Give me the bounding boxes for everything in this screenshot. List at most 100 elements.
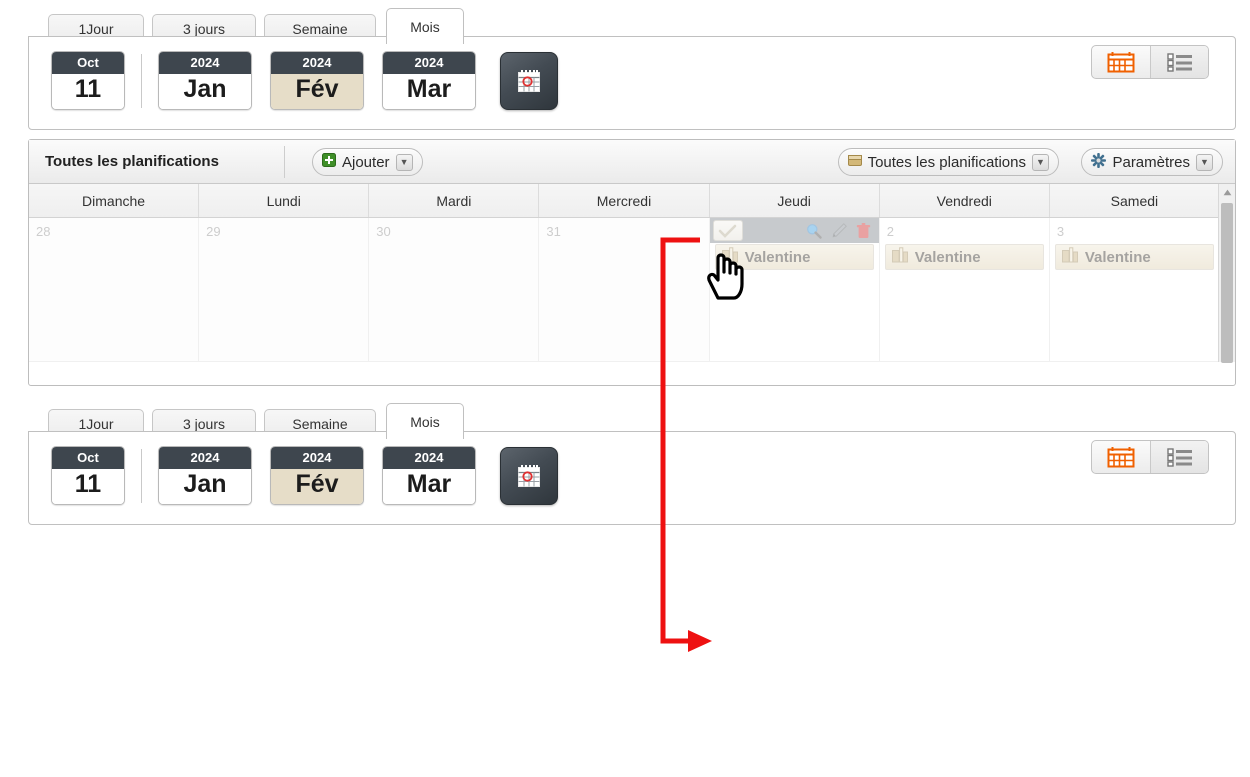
day-number: 30 — [376, 224, 391, 239]
chevron-down-icon[interactable]: ▼ — [1196, 153, 1213, 171]
tab-mois[interactable]: Mois — [386, 403, 464, 439]
month-year: 2024 — [159, 52, 251, 74]
month-badge-fev[interactable]: 2024 Fév — [270, 446, 364, 505]
tab-label: Semaine — [292, 415, 348, 432]
grid-toolbar-before: Toutes les planifications Ajouter ▼ Tout… — [29, 140, 1235, 184]
month-badge-mar[interactable]: 2024 Mar — [382, 51, 476, 110]
today-month: Oct — [52, 52, 124, 74]
magnifier-icon[interactable] — [806, 223, 822, 239]
event-label: Valentine — [744, 248, 811, 266]
caret-glyph: ▼ — [1200, 156, 1209, 167]
month-badge-jan[interactable]: 2024 Jan — [158, 51, 252, 110]
date-badges-after: Oct 11 2024 Jan 2024 Fév 2024 Mar — [51, 446, 558, 505]
event-chip[interactable]: Valentine — [714, 244, 874, 270]
day-header-samedi: Samedi — [1110, 192, 1159, 209]
day-number: 28 — [36, 224, 51, 239]
day-header-dimanche: Dimanche — [29, 184, 200, 217]
day-cell-29[interactable]: 29 — [199, 218, 370, 362]
today-badge[interactable]: Oct 11 — [51, 51, 125, 110]
calendar-table-before: Dimanche Lundi Mardi Mercredi Jeudi Vend… — [29, 184, 1219, 362]
day-cell-28[interactable]: 28 — [29, 218, 200, 362]
divider — [141, 448, 142, 503]
list-view-icon[interactable] — [1150, 46, 1208, 78]
building-chart-icon — [1061, 247, 1078, 267]
plans-filter-button[interactable]: Toutes les planifications ▼ — [837, 148, 1059, 176]
building-chart-icon — [891, 247, 908, 267]
tab-label: 1Jour — [78, 20, 114, 37]
add-label: Ajouter — [342, 153, 390, 171]
day-cell-3[interactable]: 3 Valentine — [1049, 218, 1219, 362]
calendar-scroll-area-before: Dimanche Lundi Mardi Mercredi Jeudi Vend… — [29, 184, 1235, 363]
folder-icon — [847, 154, 862, 171]
calendar-grid-icon[interactable] — [1092, 46, 1150, 78]
vertical-scrollbar[interactable] — [1218, 184, 1235, 363]
plus-square-icon — [322, 153, 336, 171]
pencil-icon[interactable] — [831, 222, 847, 239]
chevron-down-icon[interactable]: ▼ — [395, 153, 413, 171]
plans-filter-label: Toutes les planifications — [867, 153, 1026, 171]
select-all-checkbox[interactable] — [712, 220, 743, 241]
day-header-mercredi: Mercredi — [539, 184, 710, 217]
day-number: 2 — [886, 224, 894, 239]
view-toggle-group-after — [1091, 440, 1209, 474]
today-badge[interactable]: Oct 11 — [51, 446, 125, 505]
screenshot-root: 1Jour 3 jours Semaine Mois Oct 11 2024 J… — [0, 0, 1250, 777]
day-header-lundi: Lundi — [199, 184, 370, 217]
month-badge-jan[interactable]: 2024 Jan — [158, 446, 252, 505]
day-number: 29 — [206, 224, 221, 239]
trash-icon[interactable] — [856, 222, 871, 239]
settings-label: Paramètres — [1112, 153, 1190, 171]
today-month: Oct — [52, 447, 124, 469]
event-label: Valentine — [1084, 248, 1151, 266]
month-name: Jan — [159, 74, 251, 109]
calendar-grid-icon[interactable] — [1092, 441, 1150, 473]
day-number: 3 — [1056, 224, 1065, 239]
day-cell-2[interactable]: 2 Valentine — [879, 218, 1050, 362]
month-badge-fev[interactable]: 2024 Fév — [270, 51, 364, 110]
tab-label: Mois — [410, 413, 440, 430]
calendar-picker-icon[interactable] — [500, 446, 558, 505]
month-badge-mar[interactable]: 2024 Mar — [382, 446, 476, 505]
chevron-down-icon[interactable]: ▼ — [1032, 153, 1049, 171]
event-chip[interactable]: Valentine — [1054, 244, 1214, 270]
planning-grid-before: Toutes les planifications Ajouter ▼ Tout… — [28, 139, 1236, 386]
tab-label: Mois — [410, 18, 440, 35]
month-year: 2024 — [271, 447, 363, 469]
grid-title: Toutes les planifications — [45, 153, 219, 170]
month-year: 2024 — [383, 52, 475, 74]
date-nav-bar-before: Oct 11 2024 Jan 2024 Fév 2024 Mar — [28, 36, 1236, 130]
month-name: Mar — [383, 469, 475, 504]
gear-icon — [1091, 152, 1107, 172]
calendar-picker-icon[interactable] — [500, 51, 558, 110]
scrollbar-thumb[interactable] — [1221, 203, 1233, 363]
divider — [284, 146, 285, 178]
cell-hover-toolbar — [709, 218, 879, 243]
settings-button[interactable]: Paramètres ▼ — [1081, 148, 1223, 176]
month-name: Fév — [271, 469, 363, 504]
tab-mois[interactable]: Mois — [386, 8, 464, 44]
day-cell-31[interactable]: 31 — [539, 218, 710, 362]
month-name: Fév — [271, 74, 363, 109]
scroll-up-arrow-icon[interactable] — [1219, 184, 1235, 201]
date-nav-bar-after: Oct 11 2024 Jan 2024 Fév 2024 Mar — [28, 431, 1236, 525]
add-button[interactable]: Ajouter ▼ — [312, 148, 423, 176]
day-cell-1-hovered[interactable]: 1 Valentine — [709, 218, 880, 362]
tab-label: Semaine — [292, 20, 348, 37]
caret-glyph: ▼ — [399, 156, 409, 167]
today-day: 11 — [52, 469, 124, 504]
month-year: 2024 — [159, 447, 251, 469]
event-chip[interactable]: Valentine — [884, 244, 1044, 270]
date-badges-before: Oct 11 2024 Jan 2024 Fév 2024 Mar — [51, 51, 558, 110]
tab-label: 3 jours — [182, 415, 226, 432]
day-header-jeudi: Jeudi — [710, 184, 880, 217]
panel-before: 1Jour 3 jours Semaine Mois Oct 11 2024 J… — [14, 0, 1236, 386]
day-number: 31 — [546, 224, 561, 239]
today-day: 11 — [52, 74, 124, 109]
event-label: Valentine — [914, 248, 981, 266]
building-chart-icon — [721, 247, 738, 267]
day-header-row: Dimanche Lundi Mardi Mercredi Jeudi Vend… — [29, 184, 1219, 218]
caret-glyph: ▼ — [1036, 156, 1045, 167]
panel-after: 1Jour 3 jours Semaine Mois Oct 11 2024 J… — [14, 395, 1236, 777]
day-cell-30[interactable]: 30 — [369, 218, 540, 362]
list-view-icon[interactable] — [1150, 441, 1208, 473]
